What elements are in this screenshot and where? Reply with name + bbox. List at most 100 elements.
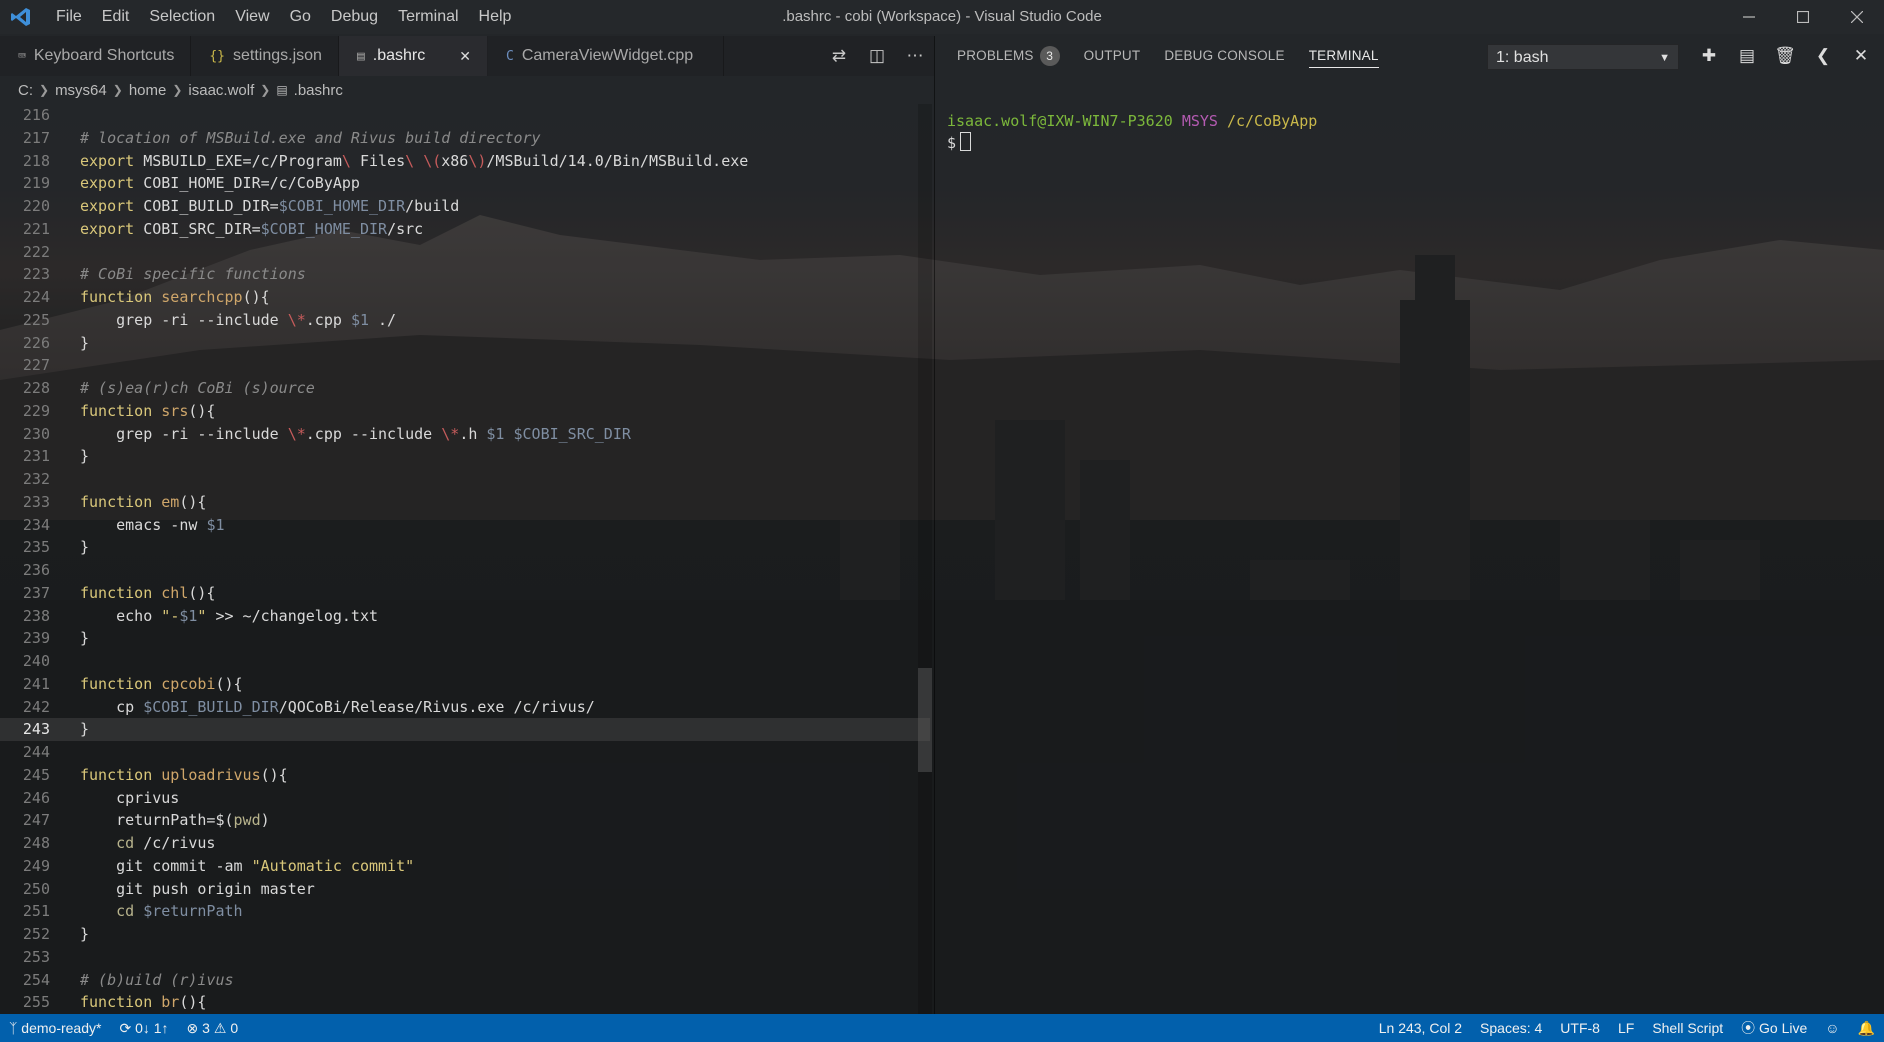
code-line[interactable]: 232	[0, 468, 930, 491]
tab-debug-console[interactable]: DEBUG CONSOLE	[1152, 36, 1296, 76]
git-branch[interactable]: ᛉ demo-ready*	[0, 1020, 110, 1036]
split-divider[interactable]	[934, 36, 935, 1014]
feedback-smiley-icon[interactable]: ☺	[1816, 1020, 1848, 1036]
file-icon: ▤	[356, 48, 365, 64]
code-line[interactable]: 252}	[0, 923, 930, 946]
code-line[interactable]: 225 grep -ri --include \*.cpp $1 ./	[0, 309, 930, 332]
close-tab-icon[interactable]: ✕	[459, 48, 471, 65]
menu-help[interactable]: Help	[469, 0, 522, 34]
code-line[interactable]: 236	[0, 559, 930, 582]
maximize-button[interactable]	[1776, 0, 1830, 34]
menu-edit[interactable]: Edit	[92, 0, 140, 34]
tab-output[interactable]: OUTPUT	[1072, 36, 1153, 76]
problems-status[interactable]: ⊗ 3 ⚠ 0	[178, 1020, 248, 1037]
menu-terminal[interactable]: Terminal	[388, 0, 468, 34]
code-line[interactable]: 241 function cpcobi(){	[0, 673, 930, 696]
code-line[interactable]: 220 export COBI_BUILD_DIR=$COBI_HOME_DIR/…	[0, 195, 930, 218]
menu-view[interactable]: View	[225, 0, 279, 34]
code-line[interactable]: 221 export COBI_SRC_DIR=$COBI_HOME_DIR/sr…	[0, 218, 930, 241]
code-line[interactable]: 217 # location of MSBuild.exe and Rivus b…	[0, 127, 930, 150]
encoding[interactable]: UTF-8	[1551, 1020, 1609, 1036]
code-line[interactable]: 231}	[0, 445, 930, 468]
menu-selection[interactable]: Selection	[139, 0, 225, 34]
code-line[interactable]: 224 function searchcpp(){	[0, 286, 930, 309]
language-mode[interactable]: Shell Script	[1643, 1020, 1732, 1036]
code-line[interactable]: 227	[0, 354, 930, 377]
git-sync[interactable]: ⟳ 0↓ 1↑	[110, 1020, 177, 1037]
line-number: 244	[22, 743, 50, 761]
code-line[interactable]: 243}	[0, 718, 930, 741]
code-line[interactable]: 244	[0, 741, 930, 764]
breadcrumb-item[interactable]: home	[129, 82, 167, 99]
code-text: export COBI_SRC_DIR=$COBI_HOME_DIR/src	[80, 219, 424, 238]
open-changes-icon[interactable]: ⇄	[820, 46, 858, 66]
more-actions-icon[interactable]: ⋯	[896, 46, 934, 66]
tab-bashrc[interactable]: ▤ .bashrc ✕	[338, 36, 488, 76]
code-line[interactable]: 226}	[0, 332, 930, 355]
code-line[interactable]: 222	[0, 241, 930, 264]
code-line[interactable]: 240	[0, 650, 930, 673]
split-terminal-icon[interactable]: ▤	[1728, 46, 1766, 66]
terminal-output[interactable]: isaac.wolf@IXW-WIN7-P3620 MSYS /c/CoByAp…	[947, 110, 1317, 154]
editor-scrollbar[interactable]	[918, 104, 932, 1014]
code-line[interactable]: 230 grep -ri --include \*.cpp --include …	[0, 423, 930, 446]
code-line[interactable]: 234 emacs -nw $1	[0, 514, 930, 537]
menu-go[interactable]: Go	[280, 0, 321, 34]
code-line[interactable]: 228 # (s)ea(r)ch CoBi (s)ource	[0, 377, 930, 400]
code-editor[interactable]: 216 217 # location of MSBuild.exe and Rivu…	[0, 104, 930, 1014]
minimize-button[interactable]	[1722, 0, 1776, 34]
end-of-line[interactable]: LF	[1609, 1020, 1643, 1036]
tab-label: PROBLEMS	[957, 48, 1034, 63]
cursor-position[interactable]: Ln 243, Col 2	[1370, 1020, 1471, 1036]
editor-scrollbar-thumb[interactable]	[918, 668, 932, 772]
code-line[interactable]: 235}	[0, 536, 930, 559]
tab-cameraviewwidget[interactable]: C CameraViewWidget.cpp	[488, 36, 724, 76]
line-number: 235	[22, 538, 50, 557]
code-line[interactable]: 250 git push origin master	[0, 878, 930, 901]
chevron-left-icon[interactable]: ❮	[1804, 46, 1842, 66]
tab-keyboard-shortcuts[interactable]: ⌨ Keyboard Shortcuts	[0, 36, 192, 76]
code-line[interactable]: 238 echo "-$1" >> ~/changelog.txt	[0, 605, 930, 628]
code-line[interactable]: 248 cd /c/rivus	[0, 832, 930, 855]
trash-icon[interactable]: 🗑	[1766, 46, 1804, 66]
tab-problems[interactable]: PROBLEMS 3	[945, 36, 1072, 76]
code-line[interactable]: 254 # (b)uild (r)ivus	[0, 969, 930, 992]
chevron-right-icon: ❯	[260, 83, 271, 97]
code-line[interactable]: 223 # CoBi specific functions	[0, 263, 930, 286]
close-window-button[interactable]	[1830, 0, 1884, 34]
split-editor-icon[interactable]: ◫	[858, 46, 896, 66]
terminal-select[interactable]: 1: bash ▼	[1487, 44, 1679, 70]
close-panel-icon[interactable]: ✕	[1842, 46, 1880, 66]
code-line[interactable]: 229 function srs(){	[0, 400, 930, 423]
code-line[interactable]: 255 function br(){	[0, 991, 930, 1014]
code-line[interactable]: 245 function uploadrivus(){	[0, 764, 930, 787]
breadcrumb-item[interactable]: msys64	[55, 82, 107, 99]
tab-terminal[interactable]: TERMINAL	[1297, 36, 1391, 76]
code-line[interactable]: 246 cprivus	[0, 787, 930, 810]
notifications-bell-icon[interactable]: 🔔	[1849, 1020, 1884, 1037]
code-line[interactable]: 233 function em(){	[0, 491, 930, 514]
breadcrumb-item[interactable]: isaac.wolf	[188, 82, 254, 99]
code-line[interactable]: 237 function chl(){	[0, 582, 930, 605]
indentation[interactable]: Spaces: 4	[1471, 1020, 1551, 1036]
code-line[interactable]: 253	[0, 946, 930, 969]
breadcrumb-item[interactable]: C:	[18, 82, 33, 99]
code-line[interactable]: 242 cp $COBI_BUILD_DIR/QOCoBi/Release/Ri…	[0, 696, 930, 719]
code-line[interactable]: 216	[0, 104, 930, 127]
breadcrumb-item[interactable]: .bashrc	[294, 82, 343, 99]
code-line[interactable]: 249 git commit -am "Automatic commit"	[0, 855, 930, 878]
code-line[interactable]: 218 export MSBUILD_EXE=/c/Program\ Files\…	[0, 150, 930, 173]
code-line[interactable]: 251 cd $returnPath	[0, 900, 930, 923]
code-line[interactable]: 247 returnPath=$(pwd)	[0, 809, 930, 832]
new-terminal-icon[interactable]: ✚	[1690, 46, 1728, 66]
code-text: }	[80, 720, 90, 739]
tab-settings-json[interactable]: {} settings.json	[191, 36, 339, 76]
menu-debug[interactable]: Debug	[321, 0, 388, 34]
line-number: 239	[22, 629, 50, 648]
menu-file[interactable]: File	[46, 0, 92, 34]
code-line[interactable]: 219 export COBI_HOME_DIR=/c/CoByApp	[0, 172, 930, 195]
code-line[interactable]: 239}	[0, 627, 930, 650]
chevron-right-icon: ❯	[172, 83, 183, 97]
panel-actions: ✚ ▤ 🗑 ❮ ✕	[1690, 36, 1880, 76]
go-live[interactable]: ⦿ Go Live	[1732, 1018, 1816, 1038]
